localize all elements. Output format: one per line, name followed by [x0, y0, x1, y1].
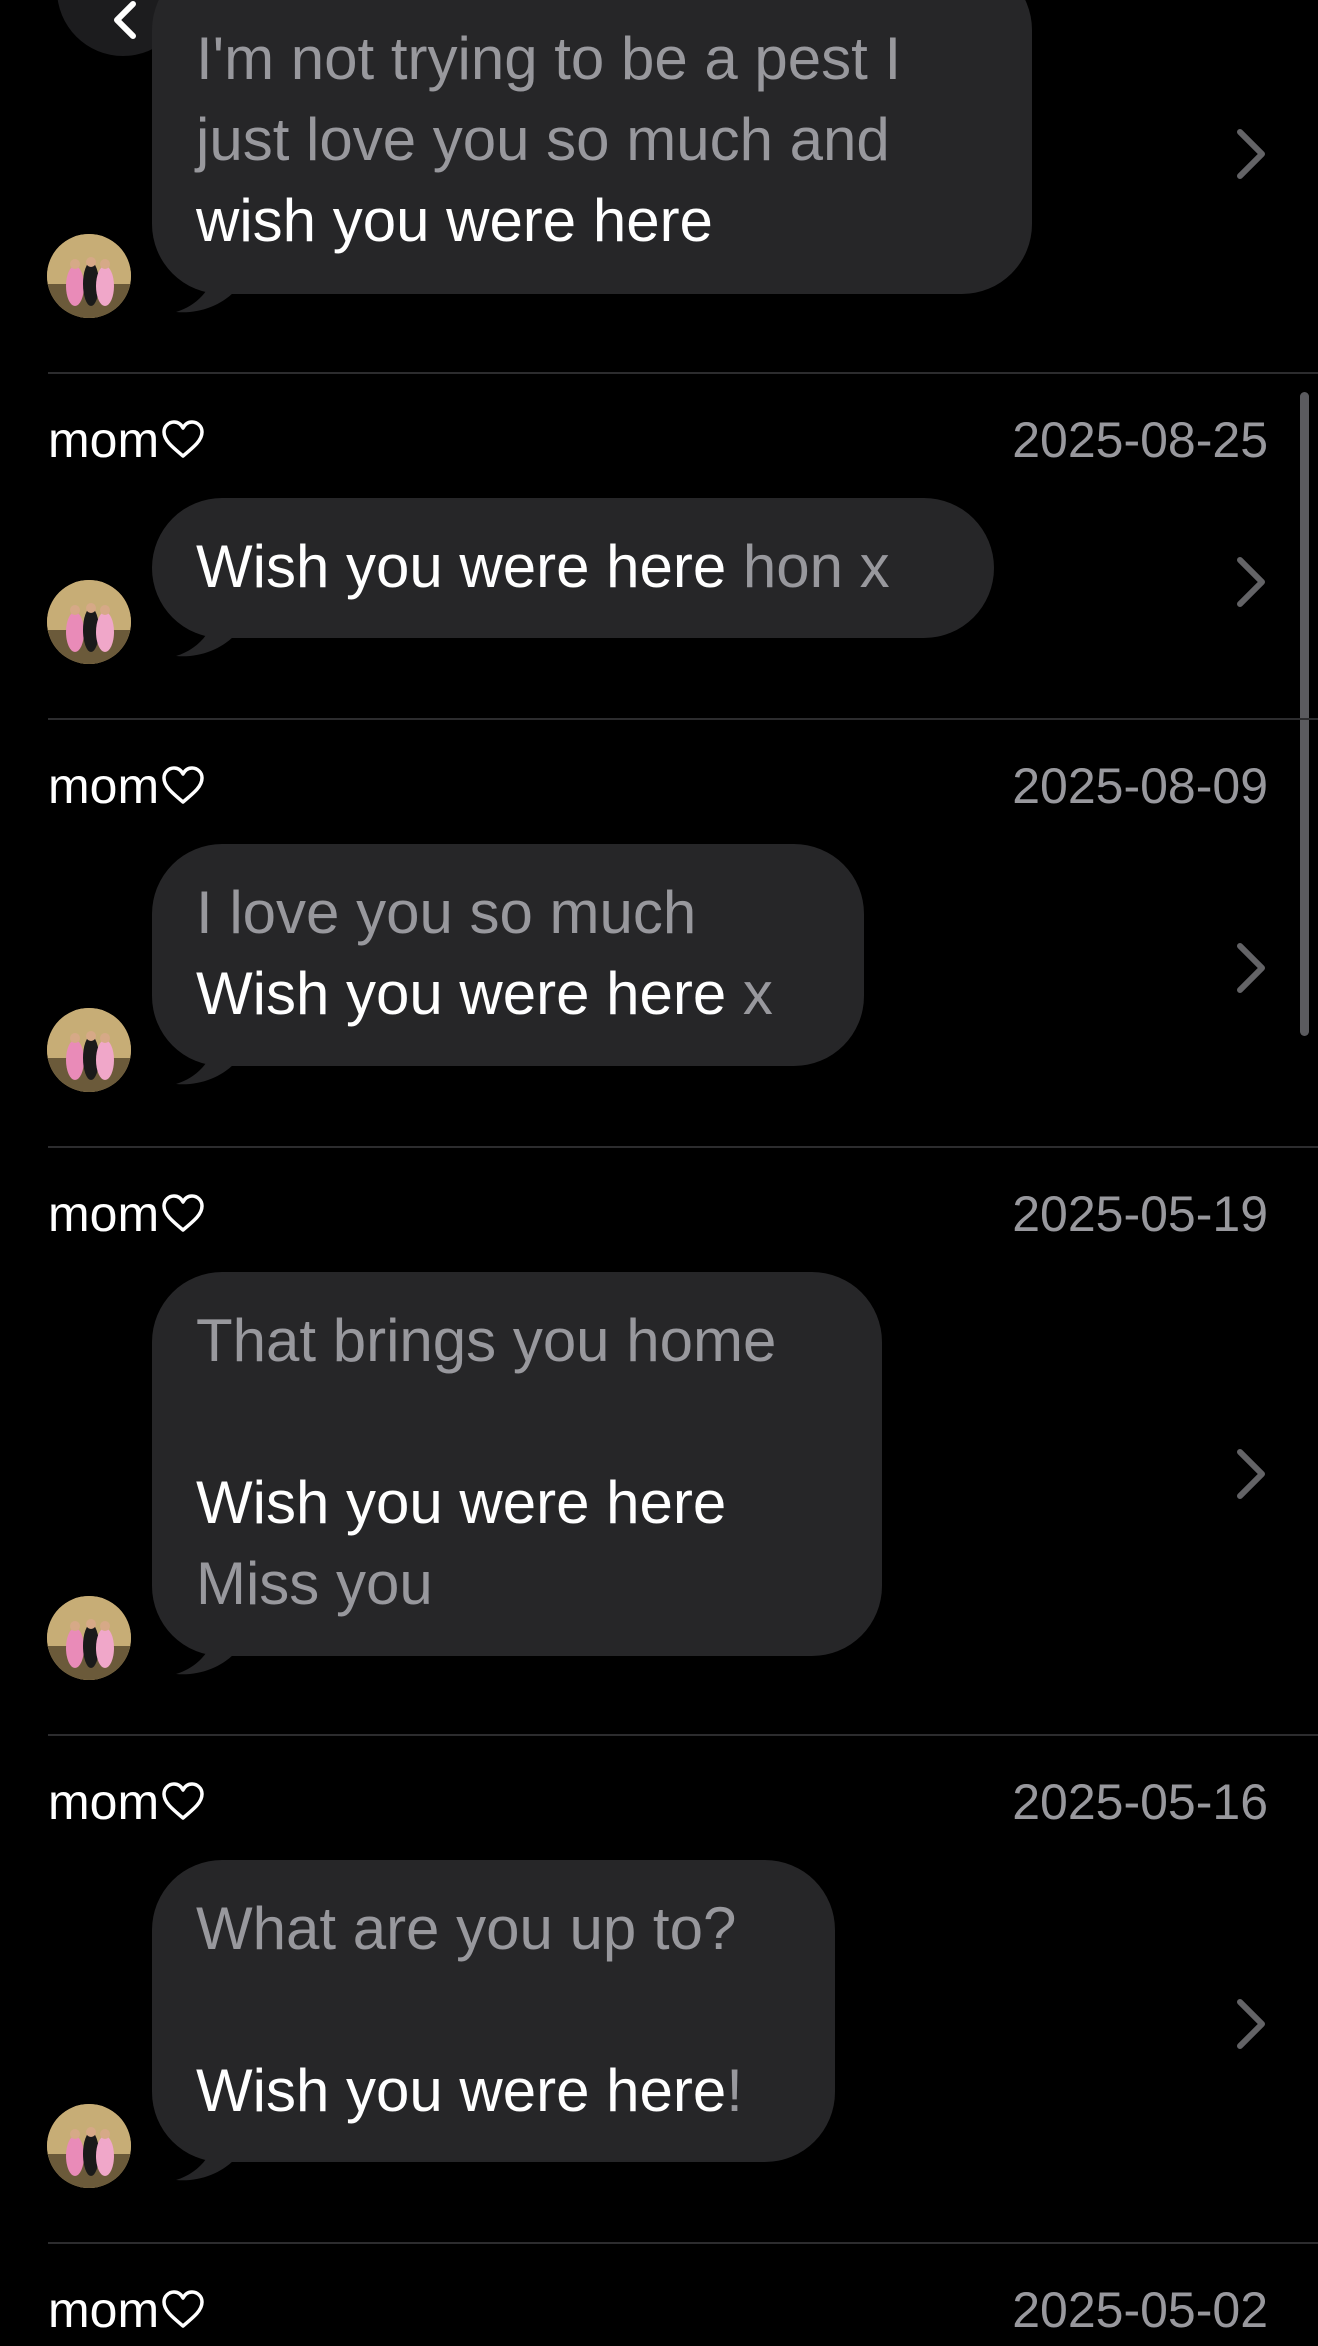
message-date: 2025-08-09 [1012, 758, 1268, 814]
sender-name: mom [48, 1184, 205, 1244]
message-date: 2025-05-19 [1012, 1186, 1268, 1242]
message-bubble[interactable]: I'm not trying to be a pest I just love … [152, 0, 1032, 313]
match-highlight: wish you were here [196, 187, 713, 254]
bubble-tail [176, 614, 234, 657]
message-date: 2025-08-25 [1012, 412, 1268, 468]
result-header: mom 2025-08-09 [48, 756, 1268, 816]
bubble-tail [176, 2138, 234, 2181]
result-header: mom 2025-05-16 [48, 1772, 1268, 1832]
search-result-row[interactable]: mom 2025-05-19 That brings you home Wish… [0, 1148, 1318, 1734]
match-highlight: Wish you were here [196, 960, 727, 1027]
message-bubble[interactable]: Wish you were here hon x [152, 498, 994, 657]
chevron-right-icon [1237, 129, 1265, 179]
chevron-right-icon [1237, 557, 1265, 607]
match-highlight: Wish you were here [196, 533, 727, 600]
message-line: Wish you were here [196, 1462, 838, 1543]
heart-outline-icon [161, 1194, 205, 1234]
message-line: I love you so much [196, 879, 697, 946]
message-line: wish you were here [196, 180, 988, 261]
heart-outline-icon [161, 420, 205, 460]
avatar-photo [47, 1596, 131, 1680]
bubble-tail [176, 1042, 234, 1085]
result-header: mom 2025-08-25 [48, 410, 1268, 470]
bubble-tail [176, 270, 234, 313]
chevron-right-icon [1237, 1999, 1265, 2049]
message-line: That brings you home [196, 1307, 777, 1374]
message-line: Wish you were here! [196, 2057, 743, 2124]
match-highlight: Wish you were here [196, 2057, 727, 2124]
avatar [47, 1596, 131, 1680]
message-line: Wish you were here hon x [196, 533, 890, 600]
message-line: What are you up to? [196, 1895, 737, 1962]
sender-name: mom [48, 1772, 205, 1832]
message-line: just love you so much and [196, 106, 890, 173]
search-result-row[interactable]: I'm not trying to be a pest I just love … [0, 0, 1318, 372]
message-bubble[interactable]: That brings you home Wish you were here … [152, 1272, 882, 1675]
result-header: mom 2025-05-02 [48, 2280, 1268, 2340]
search-result-row[interactable]: mom 2025-08-09 I love you so much Wish y… [0, 720, 1318, 1146]
message-line: Wish you were here x [196, 960, 773, 1027]
avatar [47, 1008, 131, 1092]
chevron-right-icon [1237, 1449, 1265, 1499]
heart-outline-icon [161, 2290, 205, 2330]
avatar [47, 580, 131, 664]
avatar [47, 234, 131, 318]
search-result-row[interactable]: mom 2025-05-16 What are you up to? Wish … [0, 1736, 1318, 2242]
heart-outline-icon [161, 1782, 205, 1822]
message-date: 2025-05-02 [1012, 2282, 1268, 2338]
match-highlight: Wish you were here [196, 1469, 727, 1536]
search-result-row[interactable]: mom 2025-08-25 Wish you were here hon x [0, 374, 1318, 718]
search-result-row[interactable]: mom 2025-05-02 [0, 2244, 1318, 2346]
sender-name: mom [48, 756, 205, 816]
avatar-photo [47, 234, 131, 318]
bubble-tail [176, 1632, 234, 1675]
message-bubble[interactable]: What are you up to? Wish you were here! [152, 1860, 835, 2181]
avatar-photo [47, 2104, 131, 2188]
message-date: 2025-05-16 [1012, 1774, 1268, 1830]
message-line: Miss you [196, 1550, 433, 1617]
avatar-photo [47, 1008, 131, 1092]
heart-outline-icon [161, 766, 205, 806]
chevron-right-icon [1237, 943, 1265, 993]
message-bubble[interactable]: I love you so much Wish you were here x [152, 844, 864, 1085]
avatar-photo [47, 580, 131, 664]
sender-name: mom [48, 2280, 205, 2340]
sender-name: mom [48, 410, 205, 470]
message-line: I'm not trying to be a pest I [196, 25, 902, 92]
result-header: mom 2025-05-19 [48, 1184, 1268, 1244]
avatar [47, 2104, 131, 2188]
